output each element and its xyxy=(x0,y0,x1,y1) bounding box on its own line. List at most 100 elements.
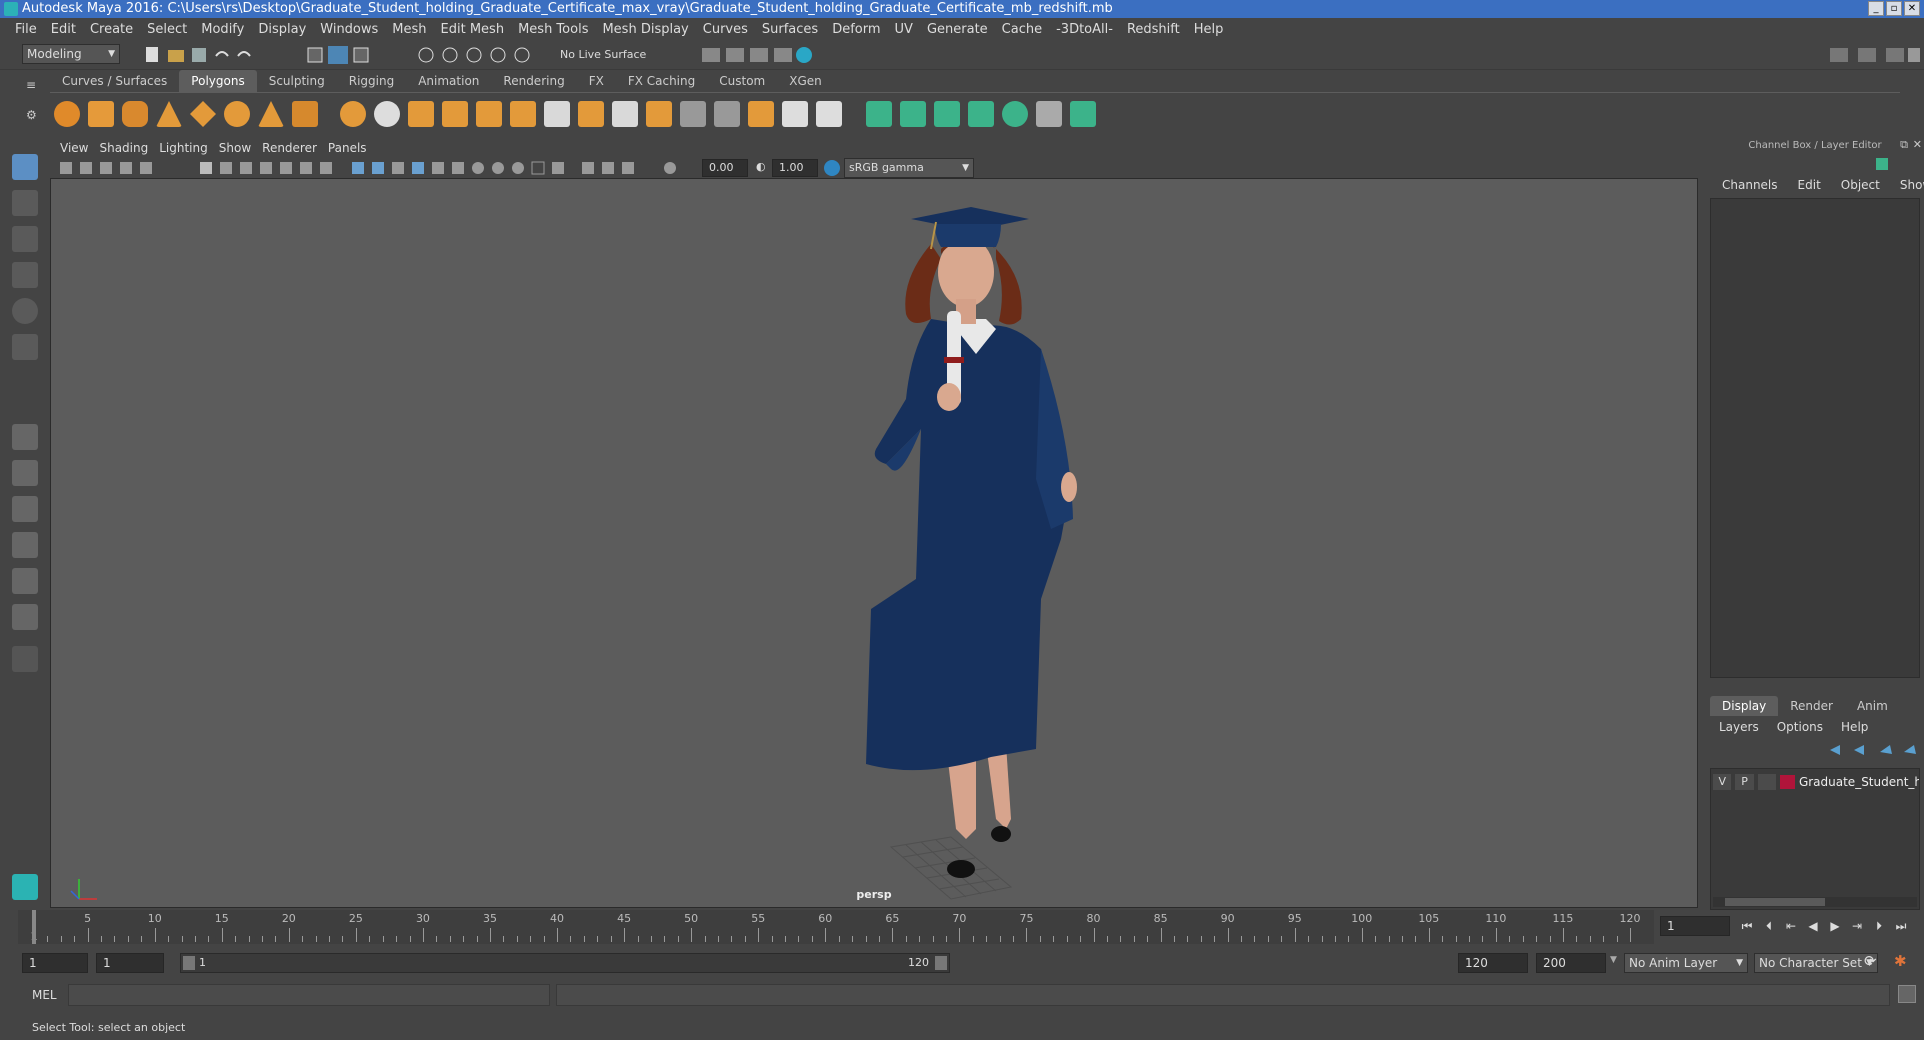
anim-layer-selector[interactable]: No Anim Layer ▼ xyxy=(1624,953,1748,973)
poly-pipe-icon[interactable] xyxy=(292,101,318,127)
live-surface-label[interactable]: No Live Surface xyxy=(560,48,646,61)
playback-start-field[interactable]: 1 xyxy=(96,953,164,973)
viewport-persp[interactable]: persp xyxy=(50,178,1698,908)
menu-edit-mesh[interactable]: Edit Mesh xyxy=(436,22,514,37)
float-panel-icon[interactable]: ⧉ xyxy=(1900,138,1908,152)
shelf-tab-curves-surfaces[interactable]: Curves / Surfaces xyxy=(50,70,179,92)
four-view-layout-icon[interactable] xyxy=(12,460,38,486)
bridge-icon[interactable] xyxy=(612,101,638,127)
le-menu-layers[interactable]: Layers xyxy=(1710,720,1768,734)
menu-edit[interactable]: Edit xyxy=(46,22,85,37)
le-menu-help[interactable]: Help xyxy=(1832,720,1877,734)
shelf-tab-fx[interactable]: FX xyxy=(577,70,616,92)
persp-outliner-layout-icon[interactable] xyxy=(12,568,38,594)
cb-menu-channels[interactable]: Channels xyxy=(1712,178,1788,192)
layer-display-type-toggle[interactable] xyxy=(1757,774,1777,790)
shelf-tab-fx-caching[interactable]: FX Caching xyxy=(616,70,707,92)
cb-menu-object[interactable]: Object xyxy=(1831,178,1890,192)
chevron-down-icon[interactable]: ▼ xyxy=(1610,955,1617,965)
shelf-tab-sculpting[interactable]: Sculpting xyxy=(257,70,337,92)
close-button[interactable]: ✕ xyxy=(1904,1,1920,16)
outliner-layout-icon[interactable] xyxy=(12,604,38,630)
layer-visibility-toggle[interactable]: V xyxy=(1713,774,1732,790)
mirror-icon[interactable] xyxy=(510,101,536,127)
gamma-field[interactable]: 1.00 xyxy=(772,159,818,177)
layer-row[interactable]: V P Graduate_Student_ho xyxy=(1713,773,1919,791)
menu-file[interactable]: File xyxy=(10,22,46,37)
layer-list-scrollbar[interactable] xyxy=(1713,897,1917,907)
poly-cube-icon[interactable] xyxy=(88,101,114,127)
menu-redshift[interactable]: Redshift xyxy=(1122,22,1189,37)
layer-name[interactable]: Graduate_Student_ho xyxy=(1799,775,1919,789)
paint-select-tool-icon[interactable] xyxy=(12,226,38,252)
channel-box-area[interactable] xyxy=(1710,198,1920,678)
persp-graph-layout-icon[interactable] xyxy=(12,532,38,558)
character-set-selector[interactable]: No Character Set ▼ xyxy=(1754,953,1878,973)
le-menu-options[interactable]: Options xyxy=(1768,720,1832,734)
range-start-handle[interactable] xyxy=(183,956,195,970)
viewport-menu-view[interactable]: View xyxy=(58,141,97,155)
extract-icon[interactable] xyxy=(408,101,434,127)
go-to-end-icon[interactable]: ⏭ xyxy=(1894,919,1908,933)
le-tab-display[interactable]: Display xyxy=(1710,696,1779,716)
playback-end-field[interactable]: 120 xyxy=(1458,953,1528,973)
append-to-polygon-icon[interactable] xyxy=(748,101,774,127)
menu-cache[interactable]: Cache xyxy=(997,22,1051,37)
menu-3dtoall[interactable]: -3DtoAll- xyxy=(1051,22,1122,37)
animation-start-field[interactable]: 1 xyxy=(22,953,88,973)
rotate-tool-icon[interactable] xyxy=(12,298,38,324)
separate-icon[interactable] xyxy=(374,101,400,127)
layer-playback-toggle[interactable]: P xyxy=(1735,774,1754,790)
poly-cone-icon[interactable] xyxy=(156,101,182,127)
poly-sphere-icon[interactable] xyxy=(54,101,80,127)
automatic-mapping-icon[interactable] xyxy=(968,101,994,127)
shelf-tab-xgen[interactable]: XGen xyxy=(777,70,834,92)
current-frame-field[interactable]: 1 xyxy=(1660,916,1730,936)
shelf-tab-custom[interactable]: Custom xyxy=(707,70,777,92)
menu-display[interactable]: Display xyxy=(253,22,315,37)
shelf-tab-polygons[interactable]: Polygons xyxy=(179,70,257,92)
viewport-menu-show[interactable]: Show xyxy=(217,141,260,155)
menu-curves[interactable]: Curves xyxy=(698,22,757,37)
step-back-frame-icon[interactable]: ⏴ xyxy=(1762,919,1776,933)
menu-uv[interactable]: UV xyxy=(890,22,922,37)
range-slider[interactable]: 1 120 xyxy=(180,953,950,973)
menu-help[interactable]: Help xyxy=(1189,22,1233,37)
play-forwards-icon[interactable]: ▶ xyxy=(1828,919,1842,933)
color-space-selector[interactable]: sRGB gamma ▼ xyxy=(844,158,974,178)
layout-menu-icon[interactable] xyxy=(12,646,38,672)
scrollbar-thumb[interactable] xyxy=(1725,898,1825,906)
go-to-start-icon[interactable]: ⏮ xyxy=(1740,919,1754,933)
shelf-tab-animation[interactable]: Animation xyxy=(406,70,491,92)
layout-uvs-icon[interactable] xyxy=(1070,101,1096,127)
scale-tool-icon[interactable] xyxy=(12,334,38,360)
poly-cylinder-icon[interactable] xyxy=(122,101,148,127)
fill-hole-icon[interactable] xyxy=(782,101,808,127)
planar-mapping-icon[interactable] xyxy=(866,101,892,127)
color-management-icon[interactable] xyxy=(824,160,840,176)
poly-torus-icon[interactable] xyxy=(224,101,250,127)
menu-mesh-tools[interactable]: Mesh Tools xyxy=(513,22,597,37)
cb-menu-show[interactable]: Show xyxy=(1890,178,1924,192)
menu-deform[interactable]: Deform xyxy=(827,22,889,37)
uv-editor-icon[interactable] xyxy=(1036,101,1062,127)
menu-mesh[interactable]: Mesh xyxy=(387,22,435,37)
channel-box-toggle-icon[interactable] xyxy=(1876,158,1888,170)
bevel-icon[interactable] xyxy=(646,101,672,127)
viewport-menu-lighting[interactable]: Lighting xyxy=(157,141,217,155)
single-perspective-layout-icon[interactable] xyxy=(12,424,38,450)
side-by-side-layout-icon[interactable] xyxy=(12,496,38,522)
select-tool-icon[interactable] xyxy=(12,154,38,180)
range-end-handle[interactable] xyxy=(935,956,947,970)
menu-generate[interactable]: Generate xyxy=(922,22,997,37)
layer-color-swatch[interactable] xyxy=(1780,775,1795,789)
insert-edge-loop-icon[interactable] xyxy=(680,101,706,127)
extrude-icon[interactable] xyxy=(578,101,604,127)
maximize-button[interactable]: ▫ xyxy=(1886,1,1902,16)
smooth-icon[interactable] xyxy=(442,101,468,127)
offset-edge-loop-icon[interactable] xyxy=(714,101,740,127)
animation-preferences-icon[interactable]: ✱ xyxy=(1894,952,1907,970)
menu-create[interactable]: Create xyxy=(85,22,142,37)
menu-surfaces[interactable]: Surfaces xyxy=(757,22,827,37)
step-forward-frame-icon[interactable]: ⏵ xyxy=(1872,919,1886,933)
